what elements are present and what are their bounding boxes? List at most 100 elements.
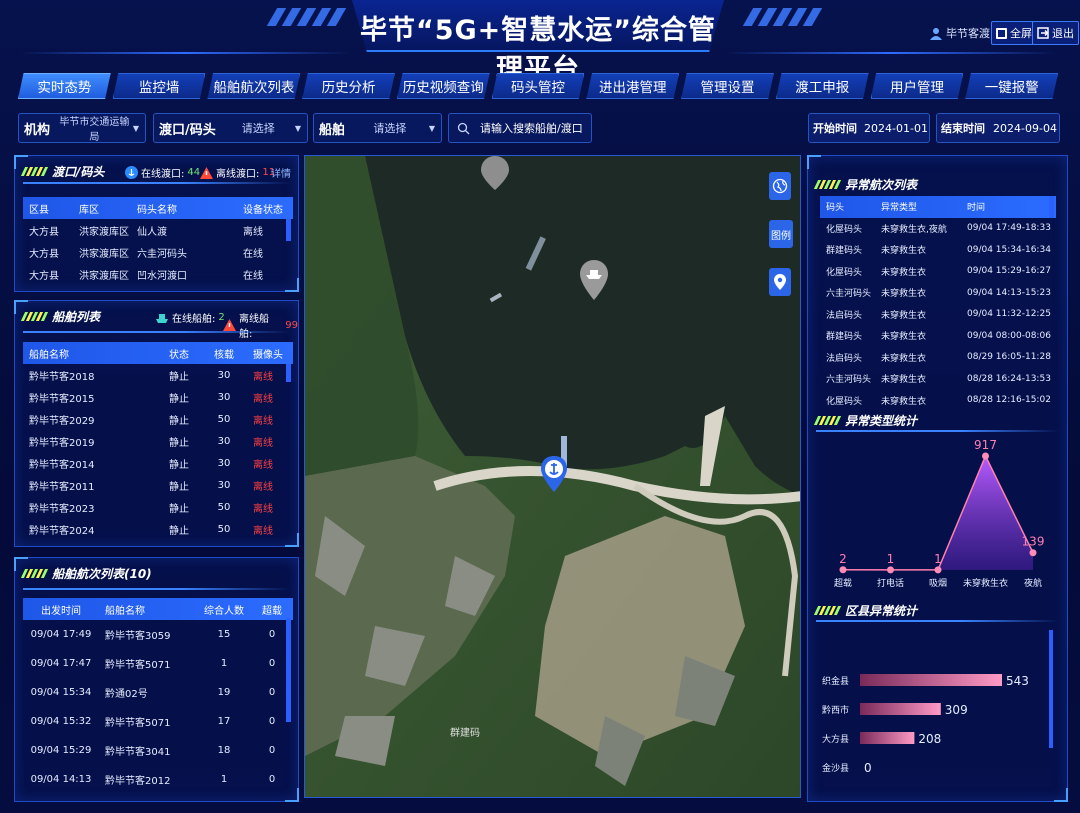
- table-cell: 在线: [243, 248, 263, 260]
- table-row[interactable]: 09/04 17:49 黔毕节客3059 15 0: [23, 620, 293, 649]
- table-row[interactable]: 黔毕节客2023 静止 50 离线: [23, 496, 293, 518]
- table-row[interactable]: 大方县 洪家渡库区 凹水河渡口 在线: [23, 263, 293, 285]
- right-panel: 异常航次列表 码头 异常类型 时间 化屋码头 未穿救生衣,夜航 09/04 17:49-1…: [807, 155, 1068, 802]
- nav-tab[interactable]: 管理设置: [681, 73, 774, 99]
- warning-icon: [200, 166, 213, 179]
- table-row[interactable]: 化屋码头 未穿救生衣,夜航 09/04 17:49-18:33: [820, 218, 1056, 240]
- table-row[interactable]: 黔毕节客2024 静止 50 离线: [23, 518, 293, 537]
- ship-select[interactable]: 船舶 请选择 ▼: [313, 113, 442, 143]
- table-row[interactable]: 六圭河码头 未穿救生衣 09/04 14:13-15:23: [820, 282, 1056, 304]
- org-select[interactable]: 机构 毕节市交通运输局 ▼: [18, 113, 146, 143]
- table-row[interactable]: 黔毕节客2029 静止 50 离线: [23, 408, 293, 430]
- search-placeholder: 请输入搜索船舶/渡口: [480, 122, 583, 135]
- map-location-button[interactable]: [769, 268, 791, 296]
- column-header: 船舶名称: [29, 349, 69, 361]
- fullscreen-label: 全屏: [1010, 27, 1032, 40]
- voyage-table-scrollbar[interactable]: [286, 618, 291, 722]
- table-cell: 洪家渡库区: [79, 248, 129, 260]
- chevron-down-icon: ▼: [294, 123, 301, 133]
- fullscreen-icon: [996, 27, 1007, 39]
- logout-button[interactable]: 退出: [1032, 21, 1079, 45]
- map-legend-button[interactable]: 图例: [769, 220, 793, 248]
- boat-marker-icon[interactable]: [580, 260, 608, 300]
- warning-icon: [223, 319, 236, 331]
- nav-tab[interactable]: 进出港管理: [586, 73, 680, 99]
- user-info[interactable]: 毕节客渡: [930, 25, 990, 41]
- nav-tab[interactable]: 历史视频查询: [396, 73, 490, 99]
- user-icon: [930, 27, 942, 40]
- nav-tab[interactable]: 一键报警: [965, 73, 1059, 99]
- column-header: 船舶名称: [105, 605, 145, 617]
- offline-ships-label: 离线船舶:: [238, 314, 269, 340]
- table-cell: 化屋码头: [826, 267, 863, 278]
- map-view[interactable]: 群建码 图例: [304, 155, 801, 798]
- online-docks-stat: 在线渡口: 44: [125, 165, 200, 180]
- table-cell: 09/04 08:00-08:06: [967, 330, 1051, 341]
- table-row[interactable]: 群建码头 未穿救生衣 09/04 08:00-08:06: [820, 325, 1056, 347]
- table-row[interactable]: 化屋码头 未穿救生衣 08/28 12:16-15:02: [820, 390, 1056, 406]
- table-row[interactable]: 黔毕节客2018 静止 30 离线: [23, 364, 293, 386]
- table-row[interactable]: 09/04 14:13 黔毕节客2012 1 0: [23, 765, 293, 794]
- dock-table-scrollbar[interactable]: [286, 219, 291, 241]
- nav-tab[interactable]: 船舶航次列表: [207, 73, 301, 99]
- table-cell: 未穿救生衣: [881, 267, 927, 278]
- column-header: 时间: [967, 203, 986, 214]
- map-globe-button[interactable]: [769, 172, 791, 200]
- nav-tab[interactable]: 用户管理: [870, 73, 964, 99]
- table-row[interactable]: 法启码头 未穿救生衣 09/04 11:32-12:25: [820, 304, 1056, 326]
- nav-tab[interactable]: 监控墙: [112, 73, 206, 99]
- data-label: 1: [887, 552, 895, 566]
- bar: [860, 703, 941, 715]
- table-row[interactable]: 大方县 洪家渡库区 六圭河码头 在线: [23, 241, 293, 263]
- header: 毕节“5G+智慧水运”综合管理平台 毕节客渡 全屏 退出: [0, 0, 1080, 85]
- table-cell: 黔通02号: [105, 689, 148, 700]
- table-row[interactable]: 化屋码头 未穿救生衣 09/04 15:29-16:27: [820, 261, 1056, 283]
- table-cell: 洪家渡库区: [79, 226, 129, 238]
- boat-marker-icon[interactable]: [481, 156, 509, 190]
- table-row[interactable]: 黔毕节客2014 静止 30 离线: [23, 452, 293, 474]
- table-row[interactable]: 法启码头 未穿救生衣 08/29 16:05-11:28: [820, 347, 1056, 369]
- header-right-stripes: [742, 8, 823, 28]
- fullscreen-button[interactable]: 全屏: [991, 21, 1037, 45]
- abnormal-table-scrollbar[interactable]: [1049, 196, 1054, 218]
- logout-icon: [1037, 27, 1049, 39]
- table-cell: 大方县: [29, 270, 59, 282]
- table-cell: 凹水河渡口: [137, 270, 187, 282]
- table-row[interactable]: 大方县 洪家渡库区 仙人渡 离线: [23, 219, 293, 241]
- dock-detail-link[interactable]: 详情: [271, 165, 291, 180]
- nav-tab[interactable]: 实时态势: [18, 73, 111, 99]
- ship-table-scrollbar[interactable]: [286, 364, 291, 382]
- dock-select[interactable]: 渡口/码头 请选择 ▼: [153, 113, 308, 143]
- table-cell: 离线: [253, 415, 273, 427]
- table-row[interactable]: 黔毕节客2019 静止 30 离线: [23, 430, 293, 452]
- table-row[interactable]: 群建码头 未穿救生衣 09/04 15:34-16:34: [820, 239, 1056, 261]
- nav-tab[interactable]: 渡工申报: [775, 73, 869, 99]
- table-row[interactable]: 黔毕节客2015 静止 30 离线: [23, 386, 293, 408]
- offline-ships-count: 99: [285, 319, 298, 331]
- nav-tab[interactable]: 历史分析: [302, 73, 395, 99]
- table-row[interactable]: 09/04 15:34 黔通02号 19 0: [23, 678, 293, 707]
- start-date[interactable]: 开始时间 2024-01-01: [808, 113, 930, 143]
- data-label: 208: [918, 732, 941, 746]
- data-label: 0: [864, 761, 872, 775]
- table-cell: 09/04 17:49: [30, 629, 92, 640]
- table-cell: 未穿救生衣: [881, 246, 927, 257]
- voyage-panel: 船舶航次列表(10) 出发时间 船舶名称 综合人数 超载 09/04 17:49 黔毕节客…: [14, 557, 299, 802]
- table-row[interactable]: 黔毕节客2011 静止 30 离线: [23, 474, 293, 496]
- table-row[interactable]: 六圭河码头 未穿救生衣 08/28 16:24-13:53: [820, 368, 1056, 390]
- nav-tab[interactable]: 码头管控: [491, 73, 585, 99]
- ship-panel: 船舶列表 在线船舶: 2 离线船舶: 99 船舶名称 状态 核载 摄像头 黔毕节客201…: [14, 300, 299, 547]
- table-cell: 黔毕节客5071: [105, 718, 171, 729]
- search-input[interactable]: 请输入搜索船舶/渡口: [448, 113, 592, 143]
- dock-panel-title: 渡口/码头: [20, 163, 104, 180]
- table-row[interactable]: 09/04 17:47 黔毕节客5071 1 0: [23, 649, 293, 678]
- title-underline: [816, 430, 1059, 432]
- table-row[interactable]: 09/04 15:32 黔毕节客5071 17 0: [23, 707, 293, 736]
- anchor-marker-icon[interactable]: [541, 456, 567, 492]
- table-cell: 30: [217, 479, 231, 491]
- table-cell: 黔毕节客2024: [29, 525, 95, 537]
- table-cell: 大方县: [29, 226, 59, 238]
- table-cell: 黔毕节客2011: [29, 481, 95, 493]
- end-date[interactable]: 结束时间 2024-09-04: [936, 113, 1060, 143]
- table-row[interactable]: 09/04 15:29 黔毕节客3041 18 0: [23, 736, 293, 765]
